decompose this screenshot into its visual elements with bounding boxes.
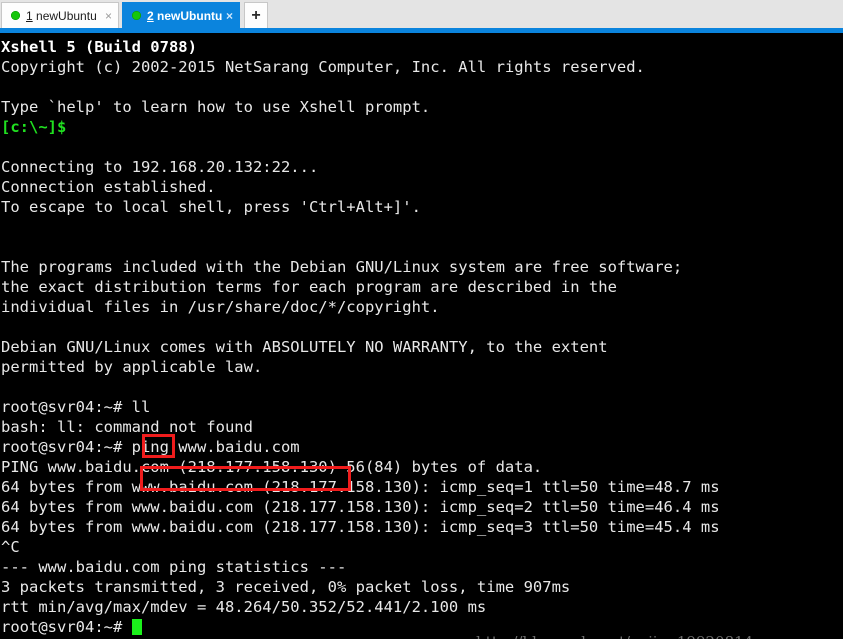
- terminal-line: the exact distribution terms for each pr…: [1, 278, 617, 296]
- terminal-line: Connection established.: [1, 178, 216, 196]
- terminal-line: root@svr04:~#: [1, 618, 132, 636]
- tab-2-close-icon[interactable]: ×: [226, 9, 233, 23]
- terminal-line: ^C: [1, 538, 20, 556]
- terminal-line: The programs included with the Debian GN…: [1, 258, 683, 276]
- terminal-screen[interactable]: Xshell 5 (Build 0788) Copyright (c) 2002…: [0, 33, 843, 639]
- terminal-line: Debian GNU/Linux comes with ABSOLUTELY N…: [1, 338, 608, 356]
- terminal-line: 64 bytes from www.baidu.com (218.177.158…: [1, 498, 720, 516]
- terminal-line: Copyright (c) 2002-2015 NetSarang Comput…: [1, 58, 645, 76]
- terminal-line: individual files in /usr/share/doc/*/cop…: [1, 298, 440, 316]
- terminal-line: [c:\~]$: [1, 118, 67, 136]
- new-tab-plus-icon[interactable]: +: [244, 2, 268, 28]
- tab-1-number: 1: [26, 8, 33, 23]
- tab-2-name: newUbuntu: [157, 8, 222, 23]
- tab-1-close-icon[interactable]: ×: [105, 9, 112, 23]
- tab-2-label: 2 newUbuntu: [147, 9, 222, 23]
- terminal-line: permitted by applicable law.: [1, 358, 263, 376]
- terminal-line: 64 bytes from www.baidu.com (218.177.158…: [1, 518, 720, 536]
- terminal-line: Connecting to 192.168.20.132:22...: [1, 158, 319, 176]
- terminal-line: root@svr04:~# ping www.baidu.com: [1, 438, 300, 456]
- tab-1-label: 1 newUbuntu: [26, 9, 101, 23]
- terminal-cursor: [131, 619, 142, 635]
- tab-bar: 1 newUbuntu × 2 newUbuntu × +: [0, 0, 843, 28]
- terminal-line: PING www.baidu.com (218.177.158.130) 56(…: [1, 458, 543, 476]
- tab-status-green-dot-icon: [132, 11, 141, 20]
- terminal-line: Type `help' to learn how to use Xshell p…: [1, 98, 431, 116]
- terminal-line: 3 packets transmitted, 3 received, 0% pa…: [1, 578, 571, 596]
- tab-status-green-dot-icon: [11, 11, 20, 20]
- tab-2-number: 2: [147, 8, 154, 23]
- tab-1-newubuntu[interactable]: 1 newUbuntu ×: [1, 2, 119, 28]
- terminal-line: 64 bytes from www.baidu.com (218.177.158…: [1, 478, 720, 496]
- tab-2-newubuntu[interactable]: 2 newUbuntu ×: [122, 2, 240, 28]
- terminal-line: --- www.baidu.com ping statistics ---: [1, 558, 347, 576]
- terminal-line: root@svr04:~# ll: [1, 398, 151, 416]
- tab-1-name: newUbuntu: [36, 8, 97, 23]
- terminal-line: Xshell 5 (Build 0788): [1, 38, 197, 56]
- terminal-line: rtt min/avg/max/mdev = 48.264/50.352/52.…: [1, 598, 487, 616]
- terminal-line: To escape to local shell, press 'Ctrl+Al…: [1, 198, 421, 216]
- terminal-output: Xshell 5 (Build 0788) Copyright (c) 2002…: [1, 37, 720, 637]
- terminal-line: bash: ll: command not found: [1, 418, 253, 436]
